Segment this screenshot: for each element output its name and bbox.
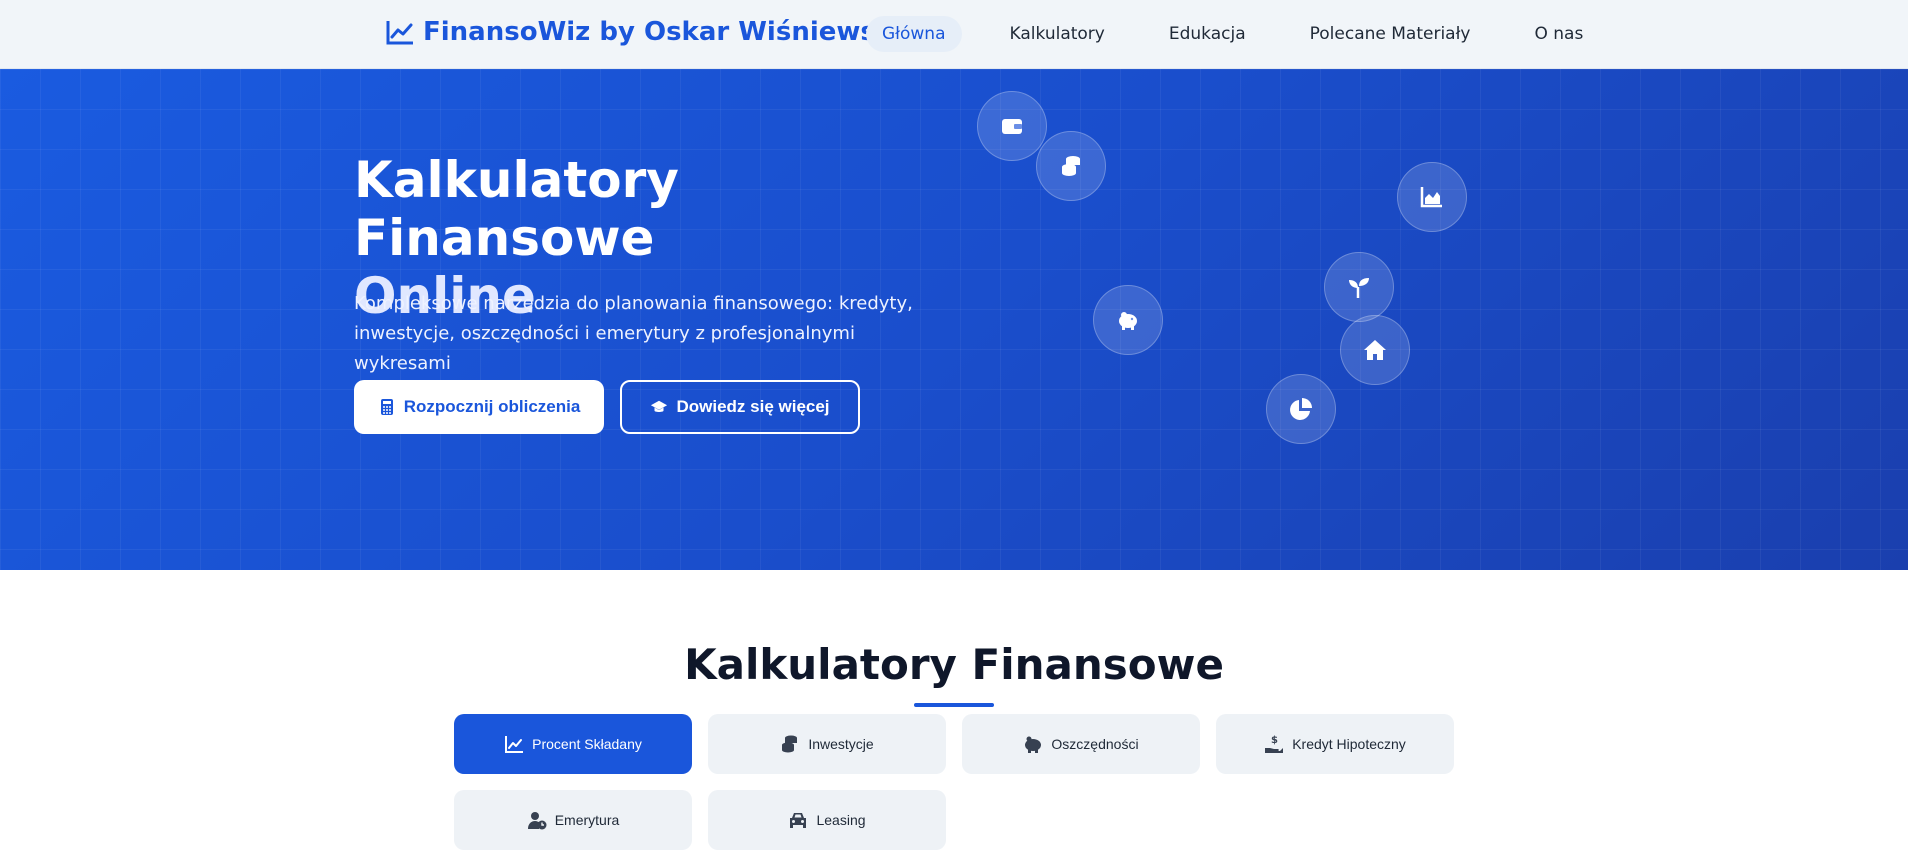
tab-oszczednosci[interactable]: Oszczędności (962, 714, 1200, 774)
brand-logo[interactable]: FinansoWiz by Oskar Wiśniewski (385, 17, 902, 47)
tab-label: Leasing (816, 812, 866, 828)
hero-subtitle: Kompleksowe narzędzia do planowania fina… (354, 293, 913, 374)
hand-holding-dollar-icon: $ (1265, 735, 1284, 753)
nav-link-polecane[interactable]: Polecane Materiały (1294, 16, 1487, 52)
hero-title-line1: Kalkulatory Finansowe (354, 151, 679, 267)
coins-icon (1036, 131, 1106, 201)
nav-link-glowna[interactable]: Główna (866, 16, 962, 52)
tab-label: Emerytura (554, 812, 620, 828)
title-underline (914, 703, 994, 707)
coins-icon (782, 735, 798, 753)
tab-label: Procent Składany (532, 736, 642, 752)
tab-procent-skladany[interactable]: Procent Składany (454, 714, 692, 774)
wallet-icon (977, 91, 1047, 161)
svg-text:$: $ (1271, 735, 1278, 746)
graduation-cap-icon (651, 400, 668, 412)
nav-link-edukacja[interactable]: Edukacja (1153, 16, 1262, 52)
nav-link-o-nas[interactable]: O nas (1519, 16, 1600, 52)
tab-label: Oszczędności (1051, 736, 1139, 752)
user-clock-icon (527, 812, 547, 830)
chart-area-icon (1397, 162, 1467, 232)
tab-label: Kredyt Hipoteczny (1292, 736, 1406, 752)
seedling-icon (1324, 252, 1394, 322)
chart-line-icon (505, 736, 524, 753)
calculators-section-title: Kalkulatory Finansowe (684, 640, 1224, 689)
car-icon (790, 813, 807, 828)
tab-leasing[interactable]: Leasing (708, 790, 946, 850)
calculator-icon (380, 399, 393, 415)
learn-more-label: Dowiedz się więcej (676, 397, 830, 416)
navbar: FinansoWiz by Oskar Wiśniewski Główna Ka… (0, 0, 1908, 69)
pie-chart-icon (1266, 374, 1336, 444)
brand-name: FinansoWiz by Oskar Wiśniewski (423, 17, 903, 47)
tab-emerytura[interactable]: Emerytura (454, 790, 692, 850)
piggy-bank-icon (1093, 285, 1163, 355)
chart-line-icon (386, 21, 413, 45)
tab-label: Inwestycje (808, 736, 874, 752)
hero-section: Kalkulatory Finansowe Online Kompleksowe… (0, 69, 1908, 570)
nav-link-kalkulatory[interactable]: Kalkulatory (994, 16, 1121, 52)
start-calculations-label: Rozpocznij obliczenia (403, 397, 581, 416)
home-icon (1340, 315, 1410, 385)
piggy-bank-icon (1025, 736, 1042, 753)
learn-more-button[interactable]: Dowiedz się więcej (620, 380, 860, 434)
tab-kredyt-hipoteczny[interactable]: $ Kredyt Hipoteczny (1216, 714, 1454, 774)
nav-links: Główna Kalkulatory Edukacja Polecane Mat… (866, 16, 1631, 52)
start-calculations-button[interactable]: Rozpocznij obliczenia (354, 380, 604, 434)
tab-inwestycje[interactable]: Inwestycje (708, 714, 946, 774)
